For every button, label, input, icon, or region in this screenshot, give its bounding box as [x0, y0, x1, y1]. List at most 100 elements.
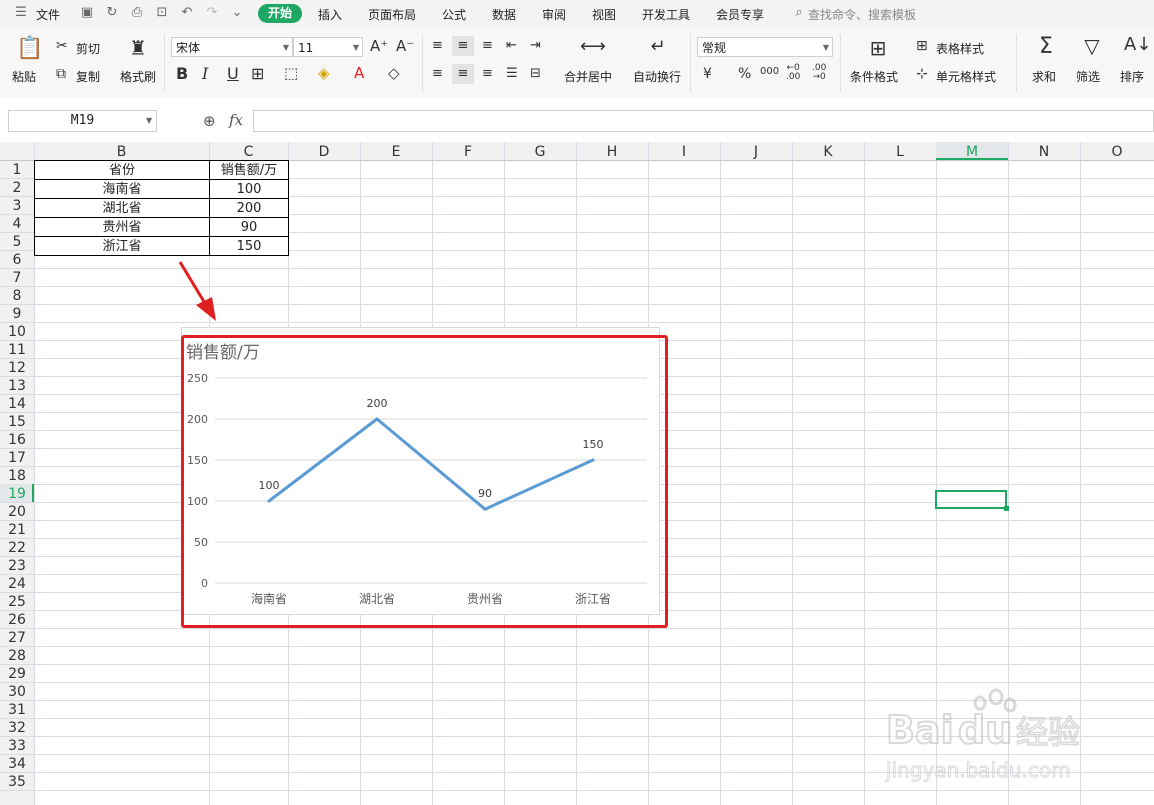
align-middle-icon[interactable]: ≡ — [452, 36, 474, 56]
row-header[interactable]: 32 — [8, 720, 26, 736]
row-header[interactable]: 4 — [13, 216, 22, 232]
tab-review[interactable]: 审阅 — [542, 6, 566, 23]
row-header[interactable]: 20 — [8, 504, 26, 520]
row-header[interactable]: 14 — [8, 396, 26, 412]
row-header[interactable]: 28 — [8, 648, 26, 664]
formula-input[interactable] — [253, 110, 1154, 132]
bold-icon[interactable]: B — [176, 64, 188, 83]
row-header[interactable]: 30 — [8, 684, 26, 700]
tab-data[interactable]: 数据 — [492, 6, 516, 23]
column-header[interactable]: O — [1111, 144, 1122, 160]
row-header[interactable]: 6 — [13, 252, 22, 268]
tab-member[interactable]: 会员专享 — [716, 6, 764, 23]
table-cell-province[interactable]: 贵州省 — [34, 217, 210, 237]
fx-button[interactable]: fx — [229, 111, 243, 129]
decrease-decimal-icon[interactable]: .00 →0 — [812, 64, 826, 82]
row-header[interactable]: 34 — [8, 756, 26, 772]
percent-icon[interactable]: % — [738, 66, 751, 82]
tab-home[interactable]: 开始 — [258, 4, 302, 23]
indent-decrease-icon[interactable]: ⇤ — [506, 38, 517, 53]
row-header[interactable]: 9 — [13, 306, 22, 322]
save-icon[interactable]: ▣ — [80, 6, 94, 20]
row-header[interactable]: 19 — [8, 486, 26, 502]
justify-icon[interactable]: ☰ — [506, 66, 518, 81]
active-cell-selection[interactable] — [935, 490, 1007, 509]
border-icon[interactable]: ⊞ — [251, 64, 264, 83]
clear-format-icon[interactable]: ◇ — [388, 64, 400, 82]
align-left-icon[interactable]: ≡ — [432, 66, 443, 81]
column-header[interactable]: I — [682, 144, 686, 160]
redo-icon[interactable]: ↷ — [205, 6, 219, 20]
currency-icon[interactable]: ¥ — [703, 66, 712, 82]
tab-page-layout[interactable]: 页面布局 — [368, 6, 416, 23]
row-header[interactable]: 7 — [13, 270, 22, 286]
tab-developer[interactable]: 开发工具 — [642, 6, 690, 23]
column-header[interactable]: G — [535, 144, 546, 160]
cut-button[interactable]: 剪切 — [76, 40, 100, 57]
sum-button[interactable]: 求和 — [1032, 68, 1056, 85]
distribute-icon[interactable]: ⊟ — [530, 66, 541, 81]
row-header[interactable]: 17 — [8, 450, 26, 466]
font-size-select[interactable]: 11 ▼ — [293, 37, 363, 57]
row-header[interactable]: 35 — [8, 774, 26, 790]
row-header[interactable]: 22 — [8, 540, 26, 556]
paste-button[interactable]: 粘贴 — [12, 68, 36, 85]
row-header[interactable]: 10 — [8, 324, 26, 340]
header-cell-province[interactable]: 省份 — [34, 160, 210, 180]
row-header[interactable]: 3 — [13, 198, 22, 214]
merge-center-button[interactable]: 合并居中 — [564, 68, 612, 85]
row-header[interactable]: 11 — [8, 342, 26, 358]
paste-icon[interactable]: 📋 — [16, 36, 43, 61]
row-header[interactable]: 16 — [8, 432, 26, 448]
print-preview-icon[interactable]: ⊡ — [155, 6, 169, 20]
column-header[interactable]: J — [753, 144, 758, 160]
column-header[interactable]: F — [464, 144, 472, 160]
table-cell-province[interactable]: 海南省 — [34, 179, 210, 199]
sort-button[interactable]: 排序 — [1120, 68, 1144, 85]
align-center-icon[interactable]: ≡ — [452, 64, 474, 84]
decrease-font-icon[interactable]: A⁻ — [396, 37, 414, 55]
column-header[interactable]: C — [244, 144, 254, 160]
column-header[interactable]: B — [117, 144, 127, 160]
row-header[interactable]: 27 — [8, 630, 26, 646]
row-header[interactable]: 31 — [8, 702, 26, 718]
increase-decimal-icon[interactable]: ←0.00 — [786, 64, 800, 82]
table-cell-sales[interactable]: 100 — [209, 179, 289, 199]
row-header[interactable]: 21 — [8, 522, 26, 538]
row-header[interactable]: 29 — [8, 666, 26, 682]
row-header[interactable]: 8 — [13, 288, 22, 304]
column-header[interactable]: E — [392, 144, 401, 160]
undo-icon[interactable]: ↶ — [180, 6, 194, 20]
row-header[interactable]: 23 — [8, 558, 26, 574]
fill-color-icon[interactable]: ◈ — [318, 64, 330, 82]
row-header[interactable]: 33 — [8, 738, 26, 754]
row-header[interactable]: 24 — [8, 576, 26, 592]
zoom-search-icon[interactable]: ⊕ — [203, 112, 216, 130]
copy-button[interactable]: 复制 — [76, 68, 100, 85]
tab-view[interactable]: 视图 — [592, 6, 616, 23]
customize-dropdown-icon[interactable]: ⌄ — [230, 6, 244, 20]
table-cell-sales[interactable]: 150 — [209, 236, 289, 256]
table-cell-province[interactable]: 湖北省 — [34, 198, 210, 218]
fill-pattern-icon[interactable]: ⬚ — [284, 64, 298, 82]
column-header[interactable]: N — [1039, 144, 1049, 160]
name-box[interactable]: M19 — [8, 110, 157, 132]
sort-icon[interactable]: A↓ — [1124, 34, 1151, 55]
column-header[interactable]: H — [607, 144, 618, 160]
row-header[interactable]: 2 — [13, 180, 22, 196]
row-header[interactable]: 13 — [8, 378, 26, 394]
tab-formulas[interactable]: 公式 — [442, 6, 466, 23]
italic-icon[interactable]: I — [202, 64, 208, 83]
wrap-text-button[interactable]: 自动换行 — [633, 68, 681, 85]
row-header[interactable]: 1 — [13, 162, 22, 178]
table-cell-province[interactable]: 浙江省 — [34, 236, 210, 256]
file-menu[interactable]: 文件 — [36, 6, 60, 23]
row-header[interactable]: 15 — [8, 414, 26, 430]
cell-style-button[interactable]: 单元格样式 — [936, 68, 996, 85]
font-color-icon[interactable]: A — [354, 64, 364, 82]
format-painter-button[interactable]: 格式刷 — [120, 68, 156, 85]
underline-icon[interactable]: U — [227, 64, 239, 83]
table-cell-sales[interactable]: 90 — [209, 217, 289, 237]
export-icon[interactable]: ↻ — [105, 6, 119, 20]
row-header[interactable]: 5 — [13, 234, 22, 250]
